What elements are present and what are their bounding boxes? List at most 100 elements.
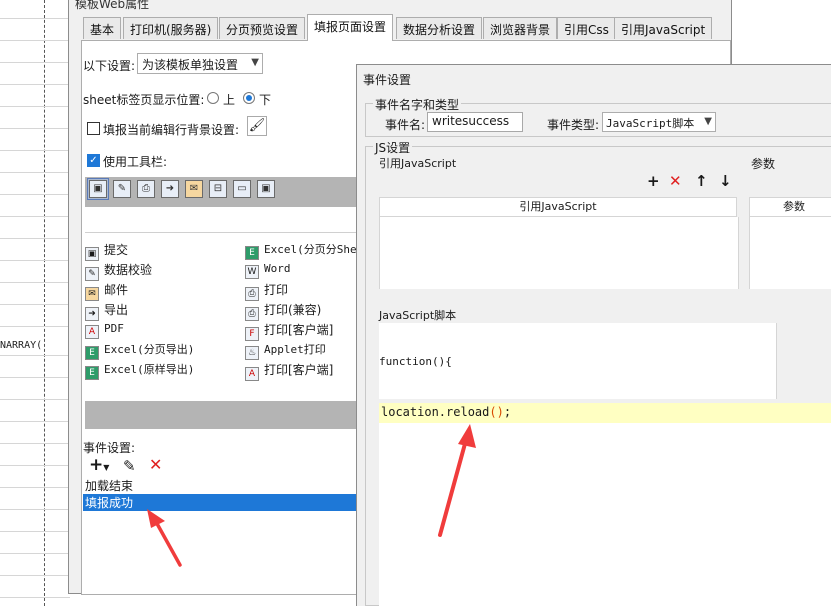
- tab-data-analysis[interactable]: 数据分析设置: [396, 17, 483, 39]
- params-column-header[interactable]: 参数: [749, 197, 831, 217]
- ref-js-table[interactable]: [379, 217, 739, 289]
- tab-page-preview[interactable]: 分页预览设置: [219, 17, 306, 39]
- toolbar-preview: ▣ ✎ ⎙ ➜ ✉ ⊟ ▭ ▣: [85, 177, 375, 207]
- list-item-selected[interactable]: 填报成功: [83, 494, 375, 511]
- toolbar-button-excel-sheet[interactable]: E Excel(分页分She: [245, 241, 357, 260]
- grid-line: [0, 18, 70, 19]
- pdf-print-icon: A: [245, 367, 259, 381]
- save-icon[interactable]: ▣: [257, 180, 275, 198]
- name-type-group-caption: 事件名字和类型: [373, 96, 462, 113]
- grid-line: [0, 216, 70, 217]
- toolbar-button-print-compatible[interactable]: ⎙ 打印(兼容): [245, 301, 321, 321]
- grid-line: [0, 597, 70, 598]
- delete-icon[interactable]: ✕: [669, 173, 682, 189]
- toolbar-button-print[interactable]: ⎙ 打印: [245, 281, 288, 301]
- tab-printer-server[interactable]: 打印机(服务器): [123, 17, 219, 39]
- event-settings-dialog: 事件设置 事件名字和类型 事件名: writesuccess 事件类型: Jav…: [356, 64, 831, 606]
- printer-icon[interactable]: ⎙: [137, 180, 155, 198]
- arrow-up-icon[interactable]: ↑: [695, 173, 708, 189]
- script-header-area: function(){: [379, 323, 777, 399]
- flow-icon[interactable]: ⊟: [209, 180, 227, 198]
- grid-line: [0, 509, 70, 510]
- chevron-down-icon: ▼: [251, 57, 259, 68]
- window-icon[interactable]: ▭: [233, 180, 251, 198]
- sheet-position-top-label: 上: [223, 93, 236, 107]
- sheet-position-top-radio[interactable]: [207, 92, 219, 104]
- row-background-label: 填报当前编辑行背景设置:: [103, 123, 240, 137]
- grid-line: [0, 304, 70, 305]
- toolbar-button-excel-page[interactable]: E Excel(分页导出): [85, 341, 194, 360]
- cell-formula-text[interactable]: NARRAY(: [0, 340, 42, 351]
- tab-reference-css[interactable]: 引用Css: [557, 17, 616, 39]
- toolbar-button-print-client-pdf[interactable]: A 打印[客户端]: [245, 361, 333, 381]
- grid-line: [0, 260, 70, 261]
- code-function-header: function(){: [379, 355, 452, 368]
- mail-icon[interactable]: ✉: [185, 180, 203, 198]
- grid-line: [0, 150, 70, 151]
- list-item[interactable]: 加载结束: [83, 477, 375, 494]
- js-settings-group-caption: JS设置: [373, 139, 413, 156]
- export-icon[interactable]: ➜: [161, 180, 179, 198]
- grid-line: [0, 531, 70, 532]
- pencil-icon[interactable]: ✎: [113, 180, 131, 198]
- add-icon[interactable]: +▼: [89, 457, 109, 476]
- sheet-position-bottom-radio[interactable]: [243, 92, 255, 104]
- event-list: 加载结束 填报成功: [83, 477, 375, 537]
- save-icon[interactable]: ▣: [89, 180, 107, 198]
- excel-icon: E: [85, 346, 99, 360]
- tab-reference-javascript[interactable]: 引用JavaScript: [614, 17, 713, 39]
- row-background-checkbox[interactable]: [87, 122, 100, 135]
- tab-browser-background[interactable]: 浏览器背景: [483, 17, 558, 39]
- printer-icon: ⎙: [245, 287, 259, 301]
- code-editor-current-line[interactable]: location.reload();: [379, 403, 831, 423]
- tab-basic[interactable]: 基本: [83, 17, 122, 39]
- applet-icon: ♨: [245, 346, 259, 360]
- settings-scope-value: 为该模板单独设置: [142, 58, 239, 72]
- code-editor[interactable]: [379, 423, 831, 606]
- grid-divider: [44, 0, 45, 606]
- flash-print-icon: F: [245, 327, 259, 341]
- paint-bucket-icon[interactable]: 🖌: [247, 116, 267, 136]
- toolbar-button-submit[interactable]: ▣ 提交: [85, 241, 128, 261]
- chevron-down-icon: ▼: [704, 116, 712, 127]
- delete-icon[interactable]: ✕: [149, 455, 162, 474]
- grid-line: [0, 355, 70, 356]
- toolbar-button-validate[interactable]: ✎ 数据校验: [85, 261, 152, 281]
- pencil-icon: ✎: [85, 267, 99, 281]
- grid-line: [0, 443, 70, 444]
- event-type-value: JavaScript脚本: [606, 117, 695, 130]
- toolbar-button-print-client-flash[interactable]: F 打印[客户端]: [245, 321, 333, 341]
- grid-line: [0, 40, 70, 41]
- toolbar-button-word[interactable]: W Word: [245, 261, 291, 279]
- edit-icon[interactable]: ✎: [123, 457, 136, 475]
- toolbar-button-applet-print[interactable]: ♨ Applet打印: [245, 341, 326, 360]
- grid-line: [0, 421, 70, 422]
- grid-line: [0, 62, 70, 63]
- script-label: JavaScript脚本: [379, 309, 457, 322]
- event-type-select[interactable]: JavaScript脚本 ▼: [602, 112, 716, 132]
- ref-js-column-header[interactable]: 引用JavaScript: [379, 197, 737, 217]
- toolbar-button-export[interactable]: ➜ 导出: [85, 301, 128, 321]
- toolbar-second-row: [85, 207, 375, 233]
- add-icon[interactable]: +: [647, 173, 660, 189]
- event-name-input[interactable]: writesuccess: [427, 112, 523, 132]
- excel-icon: E: [85, 366, 99, 380]
- use-toolbar-checkbox[interactable]: ✓: [87, 154, 100, 167]
- grid-line: [0, 465, 70, 466]
- toolbar-button-pdf[interactable]: A PDF: [85, 321, 124, 339]
- grid-line: [0, 172, 70, 173]
- toolbar-button-excel-original[interactable]: E Excel(原样导出): [85, 361, 194, 380]
- grid-line: [0, 487, 70, 488]
- grid-line: [0, 326, 70, 327]
- params-table[interactable]: [749, 217, 831, 289]
- settings-scope-select[interactable]: 为该模板单独设置 ▼: [137, 53, 263, 74]
- mail-icon: ✉: [85, 287, 99, 301]
- arrow-down-icon[interactable]: ↓: [719, 173, 732, 189]
- tab-fill-page-settings[interactable]: 填报页面设置: [307, 14, 394, 41]
- save-icon: ▣: [85, 247, 99, 261]
- toolbar-bottom-preview: [85, 401, 375, 429]
- use-toolbar-label: 使用工具栏:: [103, 155, 168, 169]
- export-icon: ➜: [85, 307, 99, 321]
- toolbar-button-mail[interactable]: ✉ 邮件: [85, 281, 128, 301]
- dialog-title: 模板Web属性: [75, 0, 150, 11]
